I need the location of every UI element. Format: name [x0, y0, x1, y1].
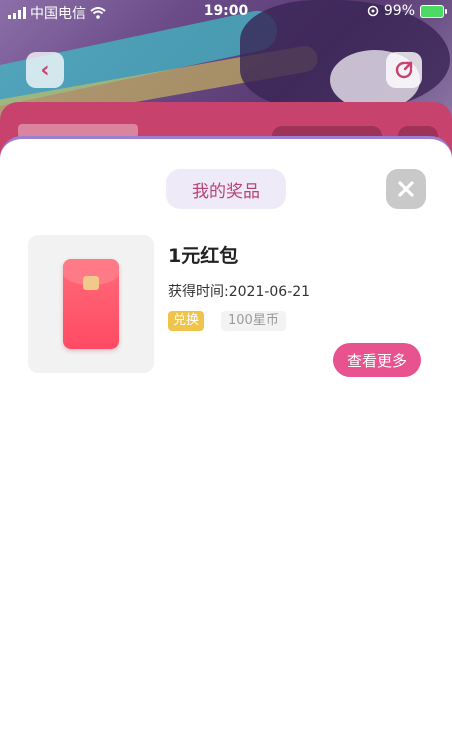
close-icon	[398, 181, 414, 197]
location-lock-icon	[367, 5, 379, 17]
prize-image	[28, 235, 154, 373]
cost-tag: 100星币	[221, 311, 286, 331]
prize-item: 1元红包 获得时间:2021-06-21 兑换 100星币 查看更多	[28, 235, 428, 377]
prize-name: 1元红包	[168, 245, 239, 267]
close-button[interactable]	[386, 169, 426, 209]
share-icon	[395, 61, 413, 79]
prize-sheet: 我的奖品 1元红包 获得时间:2021-06-21 兑换 100星币 查看更多	[0, 136, 452, 749]
status-bar: 中国电信 19:00 99%	[0, 0, 452, 22]
battery-icon	[420, 4, 447, 18]
share-button[interactable]	[386, 52, 422, 88]
red-envelope-icon	[63, 259, 119, 349]
back-button[interactable]: ‹	[26, 52, 64, 88]
view-more-button[interactable]: 查看更多	[333, 343, 421, 377]
prize-obtained-time: 获得时间:2021-06-21	[168, 284, 311, 300]
redeem-tag: 兑换	[168, 311, 205, 331]
sheet-title: 我的奖品	[166, 169, 286, 209]
chevron-left-icon: ‹	[40, 57, 50, 83]
battery-percent: 99%	[383, 3, 415, 19]
